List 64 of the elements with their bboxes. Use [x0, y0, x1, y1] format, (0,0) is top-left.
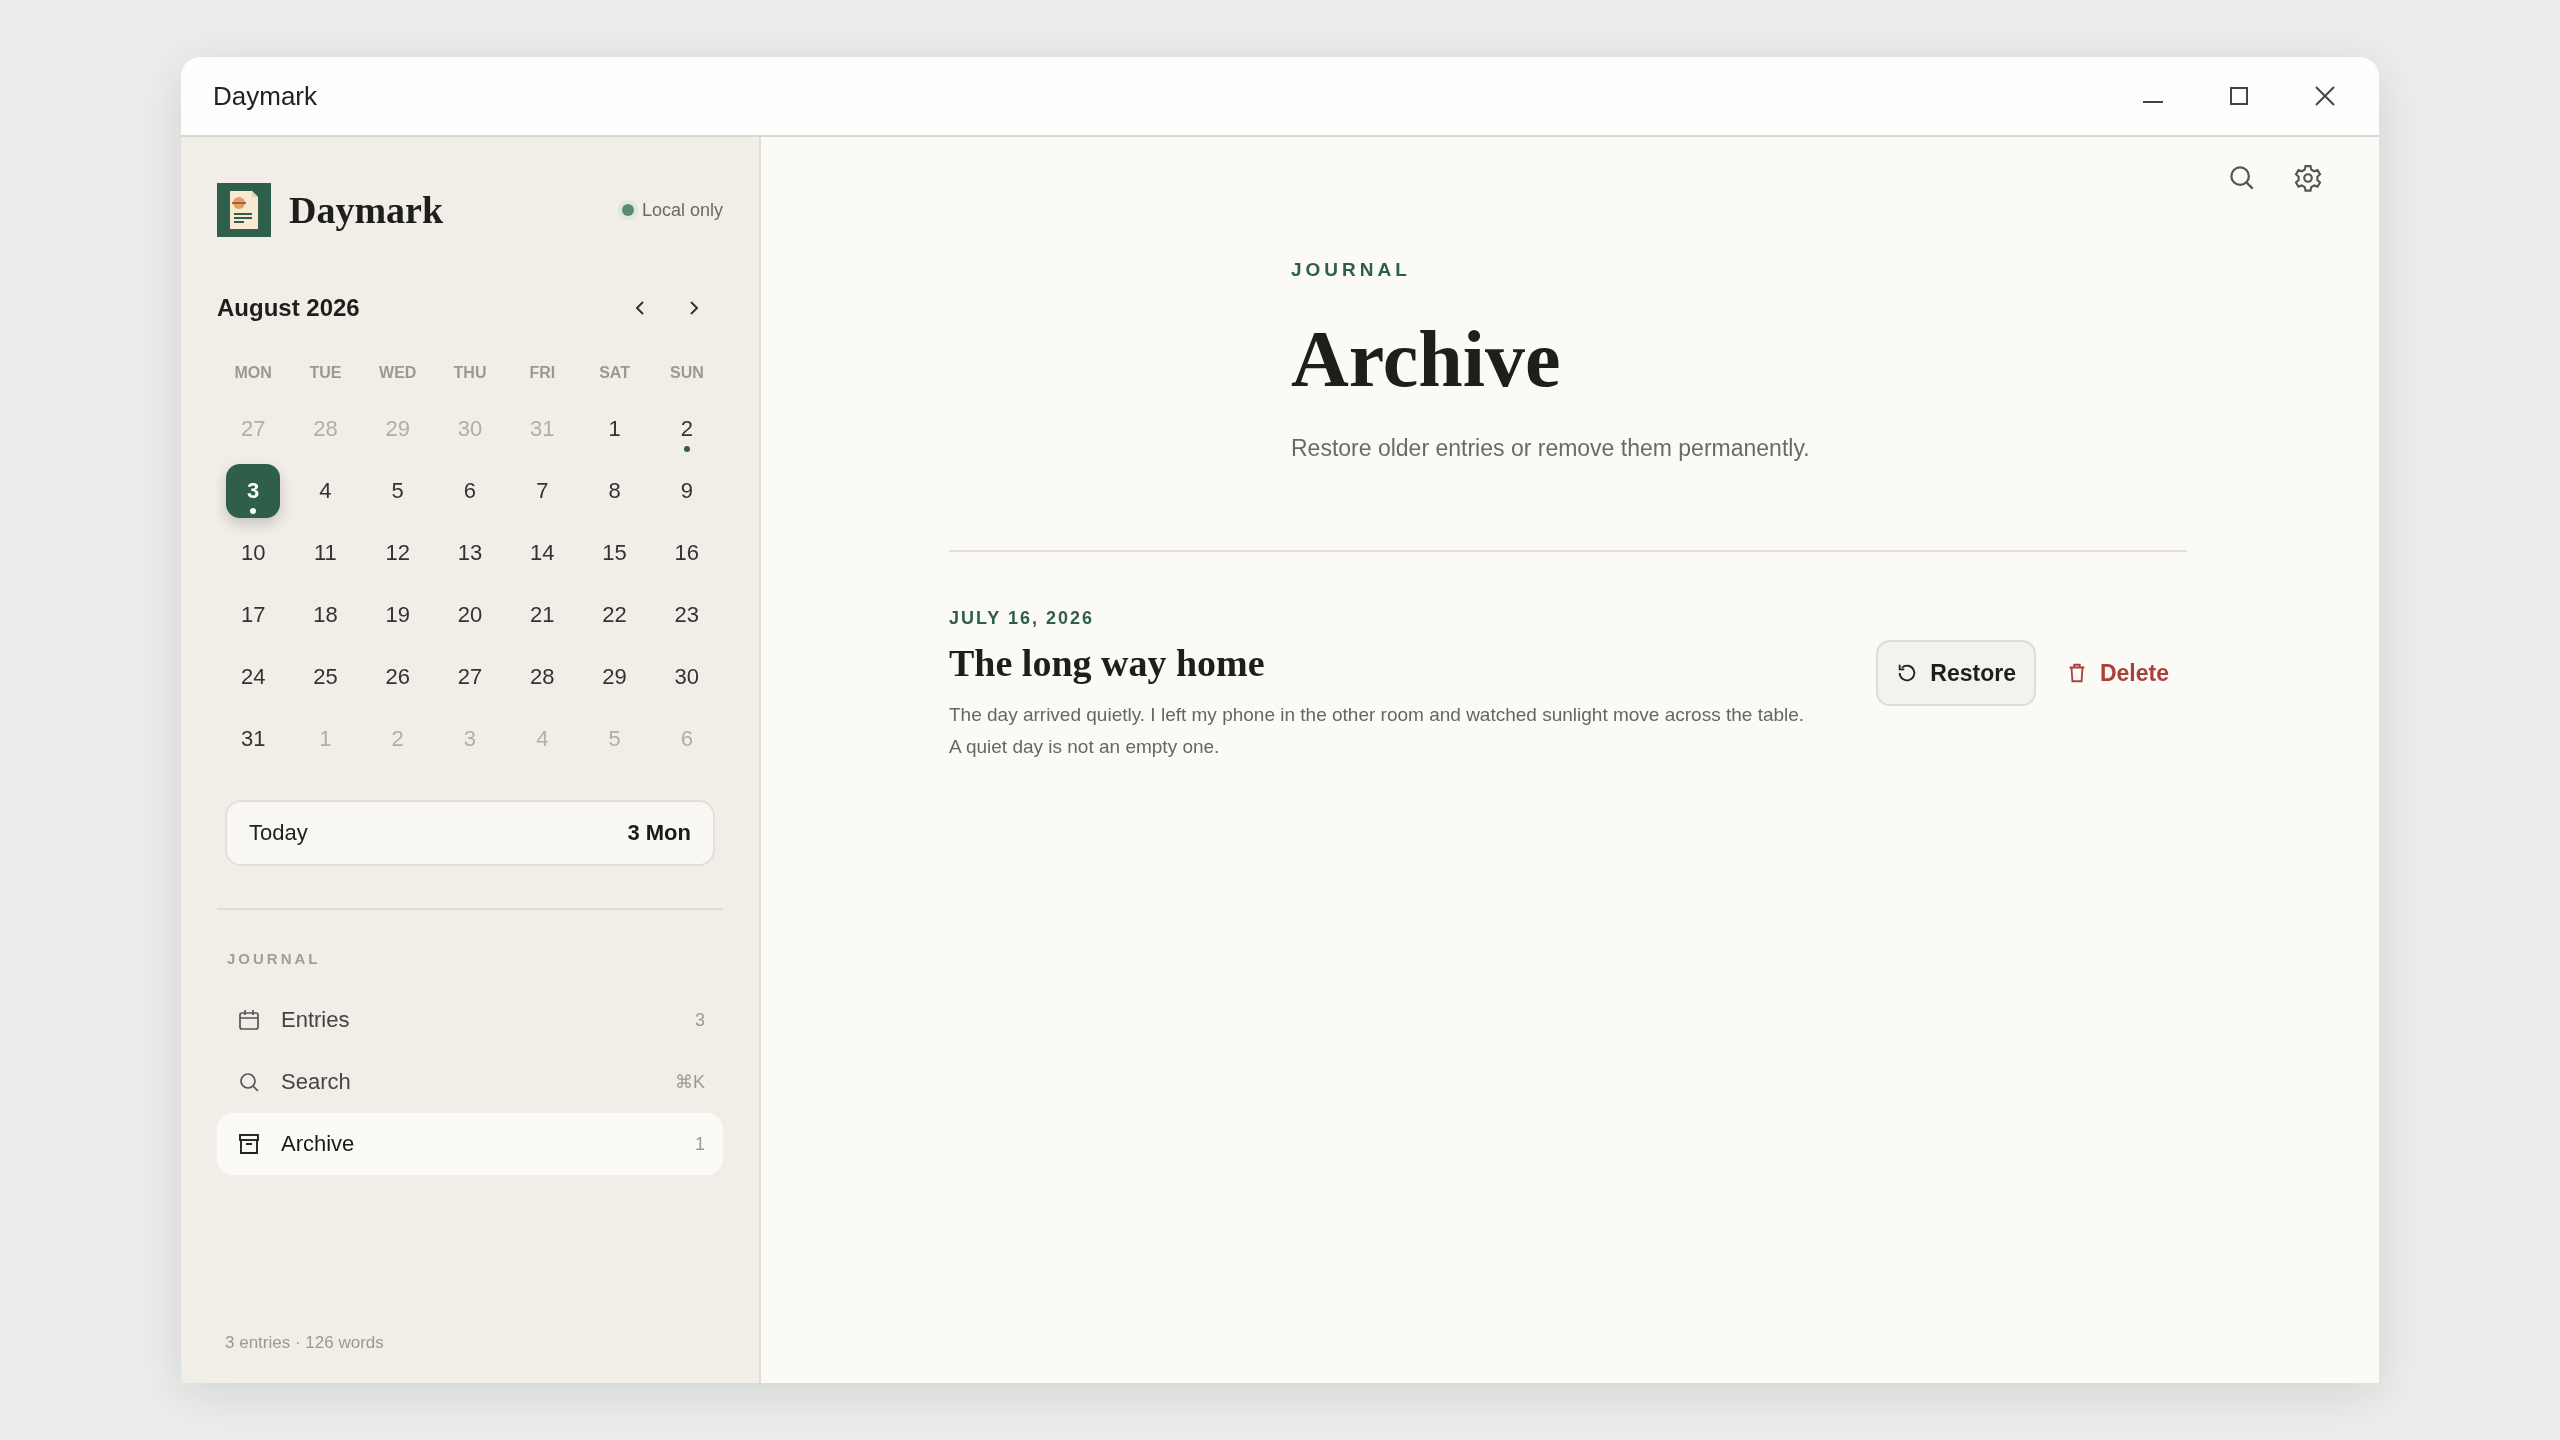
- stats-text: 3 entries · 126 words: [225, 1333, 385, 1353]
- nav-item[interactable]: Entries 3: [217, 989, 723, 1051]
- calendar-day[interactable]: 17: [226, 588, 281, 642]
- calendar-day[interactable]: 30: [659, 650, 714, 704]
- section-label: JOURNAL: [227, 950, 322, 967]
- calendar-day[interactable]: 29: [587, 650, 642, 704]
- calendar-day[interactable]: 3: [226, 464, 281, 518]
- calendar-day[interactable]: 15: [587, 526, 642, 580]
- calendar-day[interactable]: 16: [659, 526, 714, 580]
- restore-button[interactable]: Restore: [1876, 640, 2036, 706]
- app-name: Daymark: [289, 188, 444, 232]
- calendar-icon: [237, 1008, 261, 1032]
- today-button[interactable]: Today 3 Mon: [225, 800, 715, 866]
- calendar-day[interactable]: 13: [443, 526, 497, 580]
- calendar-day[interactable]: 27: [443, 650, 497, 704]
- calendar-day[interactable]: 26: [370, 650, 425, 704]
- calendar-day[interactable]: 23: [659, 588, 714, 642]
- calendar-day[interactable]: 28: [515, 650, 570, 704]
- calendar-day[interactable]: 18: [298, 588, 353, 642]
- search-icon: [237, 1070, 261, 1094]
- calendar-day[interactable]: 22: [587, 588, 642, 642]
- nav-item[interactable]: Search ⌘K: [217, 1051, 723, 1113]
- minimize-icon: [2143, 101, 2163, 103]
- calendar-day[interactable]: 10: [226, 526, 281, 580]
- maximize-icon: [2227, 84, 2251, 108]
- sync-status: Local only: [621, 199, 723, 221]
- calendar-day[interactable]: 19: [370, 588, 425, 642]
- notebook-logo-icon: [217, 183, 271, 237]
- entry-title: The long way home: [949, 641, 1266, 685]
- calendar-day[interactable]: 25: [298, 650, 353, 704]
- calendar-day[interactable]: 31: [226, 712, 281, 766]
- entry-excerpt: The day arrived quietly. I left my phone in the other room and watched sunlight move across the table. A quiet day is not an empty one.: [949, 703, 1806, 759]
- calendar-day[interactable]: 11: [298, 526, 353, 580]
- page-subtitle: Restore older entries or remove them permanently.: [1291, 435, 1811, 462]
- weekday-label: SAT: [598, 364, 631, 383]
- weekday-label: SUN: [668, 364, 705, 383]
- settings-icon: [2293, 163, 2323, 193]
- calendar-day[interactable]: 9: [659, 464, 714, 518]
- calendar-day[interactable]: 6: [443, 464, 497, 518]
- delete-button[interactable]: Delete: [2047, 640, 2187, 706]
- calendar-day[interactable]: 24: [226, 650, 281, 704]
- calendar-day[interactable]: 21: [515, 588, 570, 642]
- entry-date: JULY 16, 2026: [949, 608, 1096, 629]
- archive-box-icon: [237, 1132, 261, 1156]
- calendar-day[interactable]: 4: [298, 464, 353, 518]
- weekday-label: TUE: [308, 364, 343, 383]
- window-title: Daymark: [213, 80, 317, 112]
- calendar-day[interactable]: 1: [587, 402, 642, 456]
- calendar-day[interactable]: 2: [659, 402, 714, 456]
- section-eyebrow: JOURNAL: [1291, 259, 1412, 281]
- weekday-label: THU: [452, 364, 488, 383]
- calendar-day[interactable]: 12: [370, 526, 425, 580]
- calendar-day[interactable]: 5: [370, 464, 425, 518]
- weekday-label: FRI: [528, 364, 557, 383]
- calendar-day[interactable]: 14: [515, 526, 570, 580]
- month-label: August 2026: [217, 294, 360, 322]
- calendar-day[interactable]: 7: [515, 464, 570, 518]
- close-icon: [2313, 84, 2337, 108]
- nav-item[interactable]: Archive 1: [217, 1113, 723, 1175]
- calendar-day[interactable]: 8: [587, 464, 642, 518]
- weekday-label: WED: [378, 364, 418, 383]
- page-title: Archive: [1291, 315, 1562, 403]
- weekday-label: MON: [233, 364, 273, 383]
- calendar-day[interactable]: 20: [443, 588, 497, 642]
